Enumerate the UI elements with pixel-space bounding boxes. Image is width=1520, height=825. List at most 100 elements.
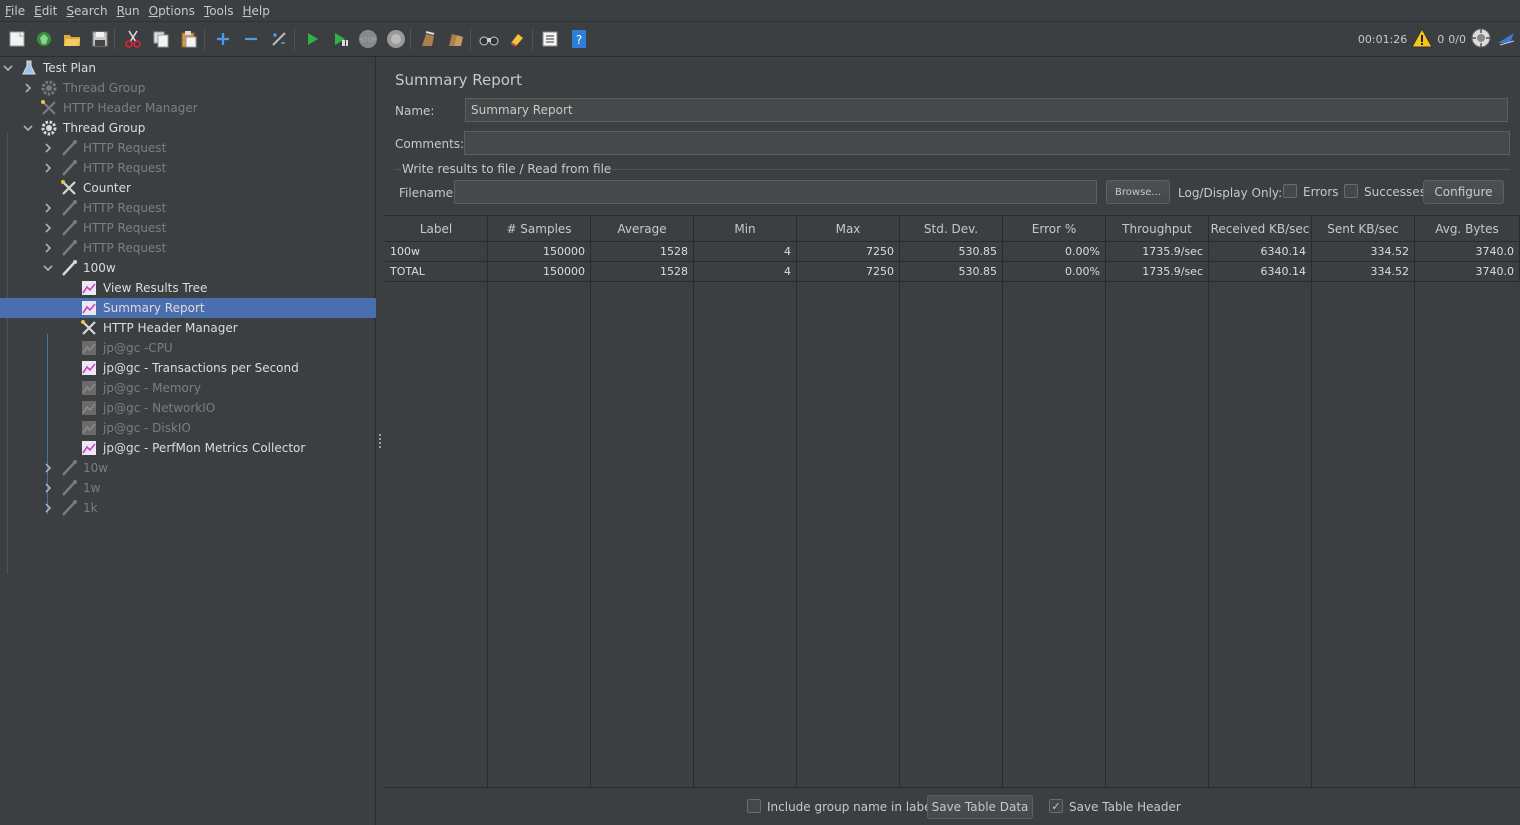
tree-node[interactable]: HTTP Header Manager xyxy=(0,318,376,338)
tree-node[interactable]: jp@gc - DiskIO xyxy=(0,418,376,438)
chevron-right-icon[interactable] xyxy=(42,162,54,174)
chevron-right-icon[interactable] xyxy=(42,202,54,214)
start-no-pauses-icon[interactable] xyxy=(329,28,351,50)
tree-node-label: Counter xyxy=(83,181,131,195)
tree-node[interactable]: 1k xyxy=(0,498,376,518)
cut-icon[interactable] xyxy=(122,28,144,50)
copy-icon[interactable] xyxy=(150,28,172,50)
comments-field[interactable] xyxy=(464,131,1510,155)
log-viewer-icon[interactable] xyxy=(1496,29,1516,50)
table-cell: 334.52 xyxy=(1312,262,1415,282)
menu-run[interactable]: Run xyxy=(116,4,146,18)
tree-node[interactable]: Thread Group xyxy=(0,118,376,138)
menu-tools[interactable]: Tools xyxy=(203,4,240,18)
menu-search[interactable]: Search xyxy=(65,4,113,18)
table-row[interactable]: 100w 150000 1528 4 7250 530.85 0.00% 1735.9/sec… xyxy=(385,242,1520,262)
include-group-name-checkbox[interactable] xyxy=(747,799,761,813)
tree-node[interactable]: Thread Group xyxy=(0,78,376,98)
errors-checkbox[interactable] xyxy=(1283,184,1297,198)
column-header[interactable]: Avg. Bytes xyxy=(1415,216,1520,242)
clear-all-icon[interactable] xyxy=(445,28,467,50)
tree-node[interactable]: 1w xyxy=(0,478,376,498)
chart-icon xyxy=(80,339,98,357)
column-header[interactable]: Max xyxy=(797,216,900,242)
chevron-right-icon[interactable] xyxy=(42,502,54,514)
chevron-down-icon[interactable] xyxy=(42,262,54,274)
tree-node[interactable]: jp@gc - NetworkIO xyxy=(0,398,376,418)
tree-node[interactable]: Summary Report xyxy=(0,298,376,318)
menu-options[interactable]: Options xyxy=(148,4,201,18)
menu-file[interactable]: File xyxy=(4,4,31,18)
tree-node-label: jp@gc - DiskIO xyxy=(103,421,191,435)
column-header[interactable]: Received KB/sec xyxy=(1209,216,1312,242)
tree-node[interactable]: HTTP Request xyxy=(0,218,376,238)
tree-node[interactable]: HTTP Request xyxy=(0,198,376,218)
warning-icon[interactable] xyxy=(1411,27,1434,51)
pipette-icon xyxy=(60,159,78,177)
chevron-right-icon[interactable] xyxy=(42,222,54,234)
tree-node[interactable]: HTTP Request xyxy=(0,138,376,158)
tree-node[interactable]: HTTP Request xyxy=(0,158,376,178)
column-header[interactable]: Error % xyxy=(1003,216,1106,242)
function-helper-icon[interactable] xyxy=(539,28,561,50)
chevron-right-icon[interactable] xyxy=(22,82,34,94)
filename-field[interactable] xyxy=(454,180,1097,204)
split-pane-divider[interactable] xyxy=(378,434,382,448)
chevron-down-icon[interactable] xyxy=(2,62,14,74)
clear-icon[interactable] xyxy=(417,28,439,50)
chevron-right-icon[interactable] xyxy=(42,462,54,474)
search-icon[interactable] xyxy=(478,28,500,50)
name-field[interactable]: Summary Report xyxy=(465,98,1508,122)
help-icon[interactable]: ? xyxy=(568,28,590,50)
tools-icon xyxy=(40,99,58,117)
table-row[interactable]: TOTAL 150000 1528 4 7250 530.85 0.00% 1735.9/se… xyxy=(385,262,1520,282)
tree-node[interactable]: jp@gc - Transactions per Second xyxy=(0,358,376,378)
collapse-all-icon[interactable] xyxy=(240,28,262,50)
tree-node-label: 1k xyxy=(83,501,98,515)
save-table-header-checkbox[interactable]: ✓ xyxy=(1049,799,1063,813)
column-header[interactable]: Average xyxy=(591,216,694,242)
stop-icon[interactable]: STOP xyxy=(357,28,379,50)
save-icon[interactable] xyxy=(89,28,111,50)
column-header[interactable]: Min xyxy=(694,216,797,242)
tree-node[interactable]: 100w xyxy=(0,258,376,278)
browse-button[interactable]: Browse... xyxy=(1106,180,1170,204)
save-table-data-button[interactable]: Save Table Data xyxy=(927,795,1033,819)
column-header[interactable]: # Samples xyxy=(488,216,591,242)
tree-node-label: HTTP Request xyxy=(83,141,167,155)
tree-node[interactable]: HTTP Header Manager xyxy=(0,98,376,118)
tree-node[interactable]: HTTP Request xyxy=(0,238,376,258)
table-cell: 1735.9/sec xyxy=(1106,262,1209,282)
table-cell: 1528 xyxy=(591,262,694,282)
column-header[interactable]: Std. Dev. xyxy=(900,216,1003,242)
column-header[interactable]: Label xyxy=(385,216,488,242)
toggle-icon[interactable] xyxy=(268,28,290,50)
start-icon[interactable] xyxy=(301,28,323,50)
tree-node[interactable]: jp@gc - PerfMon Metrics Collector xyxy=(0,438,376,458)
chevron-right-icon[interactable] xyxy=(42,242,54,254)
menu-help[interactable]: Help xyxy=(242,4,276,18)
configure-button[interactable]: Configure xyxy=(1423,180,1504,204)
paste-icon[interactable] xyxy=(178,28,200,50)
open-icon[interactable] xyxy=(61,28,83,50)
expand-all-icon[interactable] xyxy=(212,28,234,50)
tree-node[interactable]: jp@gc -CPU xyxy=(0,338,376,358)
column-header[interactable]: Sent KB/sec xyxy=(1312,216,1415,242)
menu-edit[interactable]: Edit xyxy=(33,4,63,18)
tree-node[interactable]: Test Plan xyxy=(0,58,376,78)
tree-node-label: Thread Group xyxy=(63,121,146,135)
chevron-right-icon[interactable] xyxy=(42,482,54,494)
new-icon[interactable] xyxy=(6,28,28,50)
chevron-down-icon[interactable] xyxy=(22,122,34,134)
tree-node[interactable]: jp@gc - Memory xyxy=(0,378,376,398)
reset-search-icon[interactable] xyxy=(506,28,528,50)
column-header[interactable]: Throughput xyxy=(1106,216,1209,242)
tree-node-label: 1w xyxy=(83,481,101,495)
chevron-right-icon[interactable] xyxy=(42,142,54,154)
tree-node[interactable]: View Results Tree xyxy=(0,278,376,298)
tree-node[interactable]: 10w xyxy=(0,458,376,478)
tree-node[interactable]: Counter xyxy=(0,178,376,198)
shutdown-icon[interactable] xyxy=(385,28,407,50)
successes-checkbox[interactable] xyxy=(1344,184,1358,198)
templates-icon[interactable] xyxy=(33,28,55,50)
